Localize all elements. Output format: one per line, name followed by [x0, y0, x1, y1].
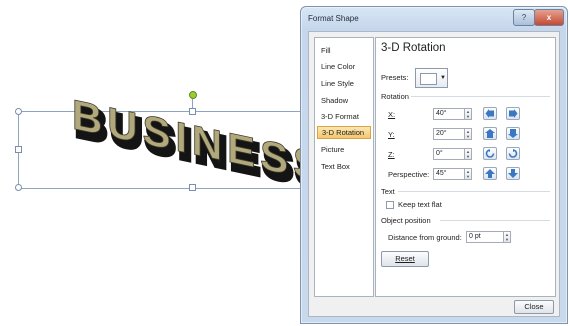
- rotate-up-icon[interactable]: [483, 127, 497, 140]
- format-shape-dialog: Format Shape ? x Fill Line Color Line St…: [300, 6, 568, 324]
- help-icon[interactable]: ?: [513, 9, 535, 26]
- y-rotation-label: Y:: [388, 130, 395, 139]
- dropdown-arrow-icon: ▼: [440, 75, 446, 81]
- dialog-client-area: Fill Line Color Line Style Shadow 3-D Fo…: [308, 31, 560, 317]
- nav-item-line-style[interactable]: Line Style: [317, 77, 371, 90]
- rotate-clockwise-icon[interactable]: [506, 147, 520, 160]
- perspective-label: Perspective:: [388, 170, 430, 179]
- nav-item-3d-format[interactable]: 3-D Format: [317, 110, 371, 123]
- close-icon[interactable]: x: [534, 9, 564, 26]
- keep-text-flat-label: Keep text flat: [398, 200, 442, 209]
- object-position-divider: [440, 220, 550, 221]
- distance-from-ground-input[interactable]: 0 pt: [466, 231, 504, 243]
- rotation-divider: [411, 96, 550, 97]
- nav-item-text-box[interactable]: Text Box: [317, 160, 371, 173]
- dialog-title: Format Shape: [308, 14, 359, 23]
- dialog-titlebar[interactable]: Format Shape ? x: [301, 7, 567, 29]
- distance-from-ground-label: Distance from ground:: [388, 233, 462, 242]
- x-rotation-label: X:: [388, 110, 396, 119]
- close-button[interactable]: Close: [514, 300, 554, 314]
- nav-item-shadow[interactable]: Shadow: [317, 94, 371, 107]
- panel-title: 3-D Rotation: [381, 42, 446, 54]
- nav-item-fill[interactable]: Fill: [317, 44, 371, 57]
- category-list: Fill Line Color Line Style Shadow 3-D Fo…: [314, 37, 374, 297]
- settings-panel: 3-D Rotation Presets: ▼ Rotation X: 40° …: [375, 37, 556, 297]
- text-divider: [398, 191, 550, 192]
- x-rotation-spinner[interactable]: ▲ ▼: [464, 108, 472, 120]
- presets-dropdown[interactable]: ▼: [415, 68, 448, 88]
- rotate-right-icon[interactable]: [506, 107, 520, 120]
- y-rotation-spinner[interactable]: ▲ ▼: [464, 128, 472, 140]
- wordart-face: BUSINESS: [72, 91, 322, 191]
- resize-handle-left[interactable]: [15, 146, 22, 153]
- narrow-field-of-view-icon[interactable]: [483, 167, 497, 180]
- rotate-down-icon[interactable]: [506, 127, 520, 140]
- resize-handle-bottom-left[interactable]: [15, 184, 22, 191]
- z-rotation-label: Z:: [388, 150, 395, 159]
- perspective-spinner[interactable]: ▲ ▼: [464, 168, 472, 180]
- text-section-label: Text: [381, 187, 395, 196]
- widen-field-of-view-icon[interactable]: [506, 167, 520, 180]
- nav-item-line-color[interactable]: Line Color: [317, 60, 371, 73]
- presets-label: Presets:: [381, 73, 409, 82]
- z-rotation-spinner[interactable]: ▲ ▼: [464, 148, 472, 160]
- resize-handle-top-left[interactable]: [15, 108, 22, 115]
- rotate-left-icon[interactable]: [483, 107, 497, 120]
- reset-button-label: Reset: [395, 254, 415, 263]
- nav-item-picture[interactable]: Picture: [317, 143, 371, 156]
- rotation-section-label: Rotation: [381, 92, 409, 101]
- distance-from-ground-spinner[interactable]: ▲ ▼: [503, 231, 511, 243]
- nav-item-3d-rotation[interactable]: 3-D Rotation: [317, 126, 371, 139]
- object-position-section-label: Object position: [381, 216, 431, 225]
- keep-text-flat-checkbox[interactable]: [386, 201, 394, 209]
- rotate-counterclockwise-icon[interactable]: [483, 147, 497, 160]
- reset-button[interactable]: Reset: [381, 251, 429, 267]
- wordart-3d-text[interactable]: BUSINESS BUSINESS: [70, 88, 330, 208]
- preset-swatch: [420, 73, 437, 85]
